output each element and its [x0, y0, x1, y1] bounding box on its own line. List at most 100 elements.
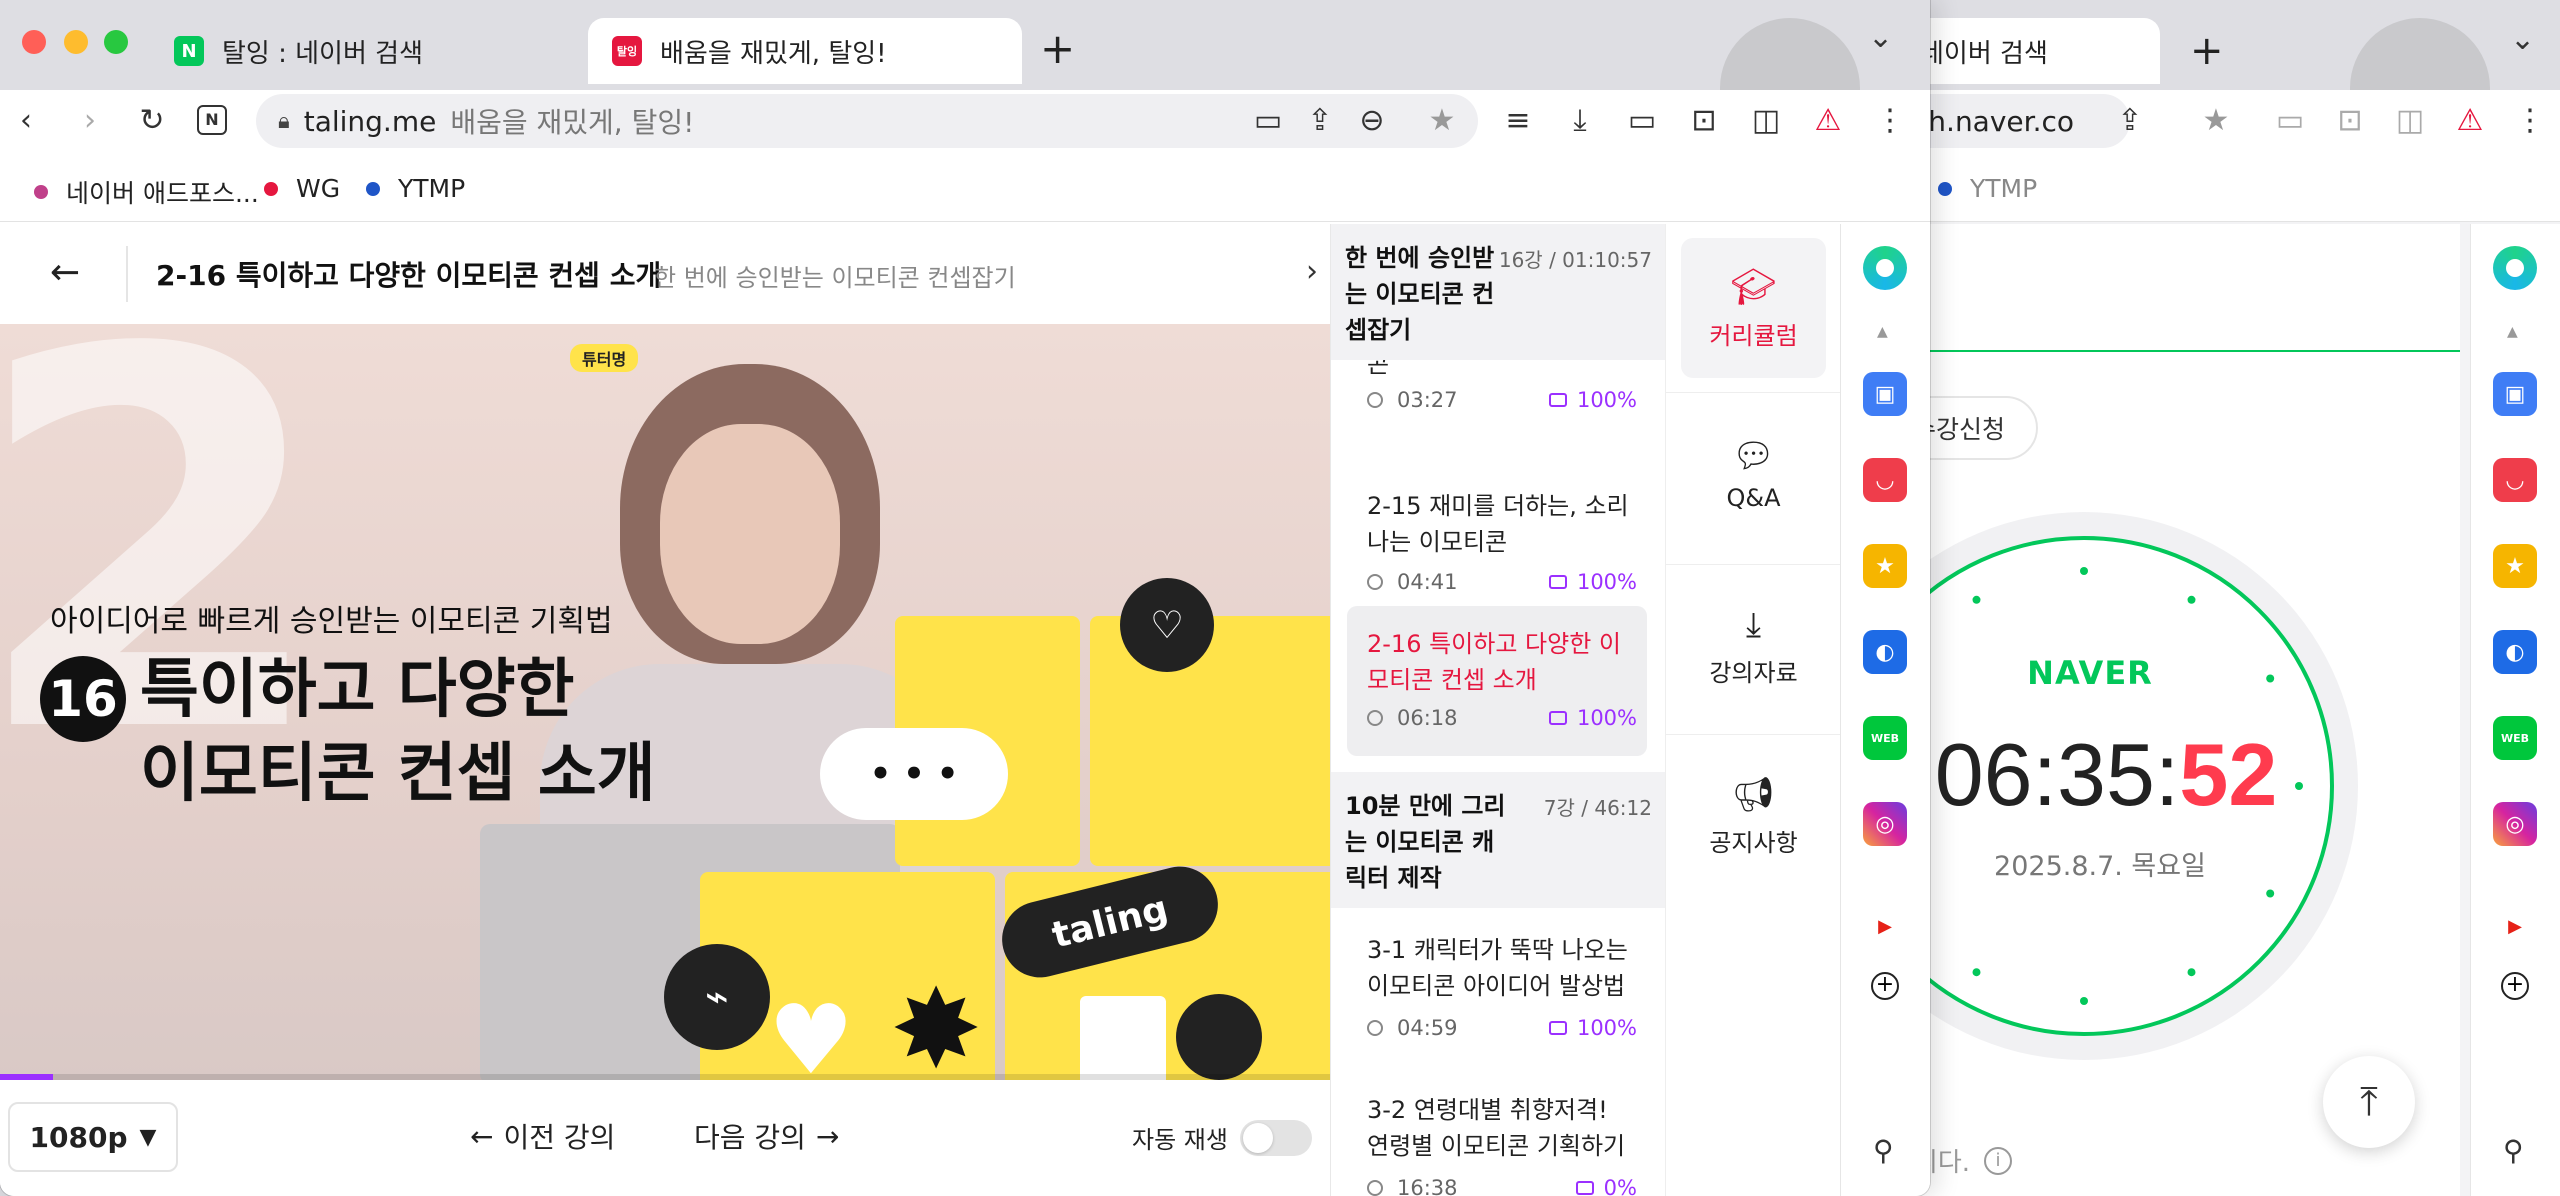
back-sidebar-up-icon[interactable]: ▲ [2507, 324, 2518, 340]
arrow-left-icon: ← [470, 1119, 494, 1153]
sidebar-instagram-icon[interactable]: ◎ [1863, 802, 1907, 846]
back-sidebar-star-icon[interactable]: ★ [2493, 544, 2537, 588]
sidebar-add-icon[interactable]: + [1871, 972, 1899, 1000]
url-page-title: 배움을 재밌게, 탈잉! [450, 106, 695, 139]
prev-lecture-button[interactable]: ← 이전 강의 [470, 1116, 615, 1156]
graduation-cap-icon [1575, 1181, 1594, 1195]
back-sidebar-pocket-icon[interactable]: ◡ [2493, 458, 2537, 502]
list-item-active[interactable]: 2-16 특이하고 다양한 이모티콘 컨셉 소개 06:18 100% [1347, 606, 1647, 756]
back-video-icon[interactable]: ▭ [2270, 100, 2310, 140]
back-content: 수강신청 NAVER 06:35:52 2025.8.7. 목요일 ⤒ 습니다.… [1900, 224, 2460, 1196]
back-sidebar-app-icon[interactable] [2493, 246, 2537, 290]
back-sidebar-papago-icon[interactable]: ◐ [2493, 630, 2537, 674]
back-share-icon[interactable]: ⇪ [2110, 100, 2150, 140]
tab-taling[interactable]: 탈잉 배움을 재밌게, 탈잉! [588, 18, 1022, 84]
close-window-button[interactable] [22, 30, 46, 54]
download-icon: ⤓ [1745, 604, 1762, 645]
split-view-icon[interactable]: ◫ [1746, 100, 1786, 140]
cast-icon[interactable]: ▭ [1248, 100, 1288, 140]
playlist-icon[interactable]: ≡ [1498, 100, 1538, 140]
sidebar-youtube-icon[interactable]: ▶ [1863, 904, 1907, 948]
info-icon[interactable]: i [1984, 1146, 2013, 1175]
bookmark-star-icon[interactable]: ★ [1422, 100, 1462, 140]
collapse-panel-icon[interactable]: › [1306, 254, 1318, 289]
sidebar-star-icon[interactable]: ★ [1863, 544, 1907, 588]
lock-icon: 🔒︎ [278, 108, 290, 134]
back-sidebar-youtube-icon[interactable]: ▶ [2493, 904, 2537, 948]
sidebar-app-icon[interactable] [1863, 246, 1907, 290]
minimize-window-button[interactable] [64, 30, 88, 54]
address-bar[interactable]: 🔒︎ taling.me 배움을 재밌게, 탈잉! [256, 94, 1478, 148]
speech-bubble: • • • [820, 728, 1008, 820]
clock-tick [1972, 595, 1981, 604]
back-menu-icon[interactable]: ⋮ [2510, 100, 2550, 140]
tab-label: 커리큘럼 [1709, 321, 1798, 350]
list-item[interactable]: 콘 03:27 100% [1331, 350, 1665, 460]
back-sidebar-briefcase-icon[interactable]: ▣ [2493, 372, 2537, 416]
back-sidebar-add-icon[interactable]: + [2501, 972, 2529, 1000]
sidebar-pocket-icon[interactable]: ◡ [1863, 458, 1907, 502]
new-tab-button[interactable]: + [1040, 24, 1075, 73]
menu-icon[interactable]: ⋮ [1870, 100, 1910, 140]
reload-icon[interactable]: ↻ [132, 100, 172, 140]
back-screenshot-icon[interactable]: ⊡ [2330, 100, 2370, 140]
download-icon[interactable]: ⤓ [1560, 100, 1600, 140]
back-bookmark-label: YTMP [1970, 174, 2038, 203]
back-tab[interactable]: 네이버 검색 [1900, 18, 2160, 84]
tab-notices[interactable]: 📢︎ 공지사항 [1681, 746, 1826, 886]
bookmark-wg[interactable]: WG [264, 174, 340, 203]
next-lecture-button[interactable]: 다음 강의 → [694, 1116, 839, 1156]
naver-home-icon[interactable]: N [192, 100, 232, 140]
back-warning-icon[interactable]: ⚠ [2450, 100, 2490, 140]
tab-naver-search[interactable]: N 탈잉 : 네이버 검색 [150, 18, 580, 84]
back-split-icon[interactable]: ◫ [2390, 100, 2430, 140]
back-bookmark-star-icon[interactable]: ★ [2196, 100, 2236, 140]
warning-icon[interactable]: ⚠ [1808, 100, 1848, 140]
clock-tick [2187, 595, 2196, 604]
tab-list-chevron-icon[interactable]: ⌄ [1868, 20, 1893, 55]
sidebar-briefcase-icon[interactable]: ▣ [1863, 372, 1907, 416]
bookmark-ytmp[interactable]: YTMP [366, 174, 465, 203]
back-tab-list-chevron-icon[interactable]: ⌄ [2510, 22, 2535, 57]
zoom-out-icon[interactable]: ⊖ [1352, 100, 1392, 140]
share-icon[interactable]: ⇪ [1300, 100, 1340, 140]
tab-materials[interactable]: ⤓ 강의자료 [1681, 576, 1826, 716]
lesson-title: 2-15 재미를 더하는, 소리나는 이모티콘 [1367, 492, 1629, 556]
tab-qna[interactable]: 💬︎ Q&A [1681, 404, 1826, 544]
autoplay-toggle[interactable] [1240, 1120, 1312, 1156]
sidebar-webtoon-icon[interactable]: WEB [1863, 716, 1907, 760]
back-sidebar: ▲ ▣ ◡ ★ ◐ WEB ◎ ▶ + ⚲ [2470, 224, 2560, 1196]
video-record-icon[interactable]: ▭ [1622, 100, 1662, 140]
back-url-bar[interactable]: rch.naver.co [1900, 94, 2130, 148]
lesson-duration: 04:59 [1397, 1016, 1458, 1040]
back-arrow-icon[interactable]: ‹ [6, 100, 46, 140]
list-item[interactable]: 3-1 캐릭터가 뚝딱 나오는 이모티콘 아이디어 발상법 04:59 100% [1331, 908, 1665, 1068]
profile-avatar[interactable] [1720, 18, 1860, 90]
back-arrow-icon[interactable]: ← [50, 252, 80, 293]
tab-curriculum[interactable]: 🎓︎ 커리큘럼 [1681, 238, 1826, 378]
scroll-to-top-button[interactable]: ⤒ [2323, 1056, 2415, 1148]
back-bookmark-ytmp[interactable]: YTMP [1938, 174, 2037, 203]
back-profile-avatar[interactable] [2350, 18, 2490, 90]
back-new-tab-button[interactable]: + [2190, 28, 2224, 74]
back-sidebar-webtoon-icon[interactable]: WEB [2493, 716, 2537, 760]
list-item[interactable]: 3-2 연령대별 취향저격! 연령별 이모티콘 기획하기 16:38 0% [1331, 1068, 1665, 1196]
bookmark-dot-icon [366, 181, 380, 196]
sidebar-pin-icon[interactable]: ⚲ [1873, 1134, 1894, 1167]
back-sidebar-instagram-icon[interactable]: ◎ [2493, 802, 2537, 846]
back-sidebar-pin-icon[interactable]: ⚲ [2503, 1134, 2524, 1167]
lesson-title: 3-2 연령대별 취향저격! 연령별 이모티콘 기획하기 [1367, 1096, 1626, 1160]
forward-arrow-icon[interactable]: › [70, 100, 110, 140]
bookmark-naver-adpost[interactable]: 네이버 애드포스... [34, 174, 259, 210]
section-header[interactable]: 10분 만에 그리는 이모티콘 캐릭터 제작 7강 / 46:12 [1331, 772, 1665, 908]
bookmark-dot-icon [34, 185, 48, 199]
maximize-window-button[interactable] [104, 30, 128, 54]
screenshot-icon[interactable]: ⊡ [1684, 100, 1724, 140]
sidebar-papago-icon[interactable]: ◐ [1863, 630, 1907, 674]
quality-select[interactable]: 1080p ▼ [8, 1102, 178, 1172]
list-item[interactable]: 2-15 재미를 더하는, 소리나는 이모티콘 04:41 100% [1331, 460, 1665, 612]
video-player[interactable]: 2 튜터명 • • • ♡ ⌁ taling ✸ ♥ 아이디어로 빠르게 승인받… [0, 324, 1330, 1080]
section-header[interactable]: 한 번에 승인받는 이모티콘 컨셉잡기 16강 / 01:10:57 [1331, 224, 1665, 360]
presenter-face [660, 424, 840, 644]
sidebar-scroll-up-icon[interactable]: ▲ [1877, 324, 1888, 340]
